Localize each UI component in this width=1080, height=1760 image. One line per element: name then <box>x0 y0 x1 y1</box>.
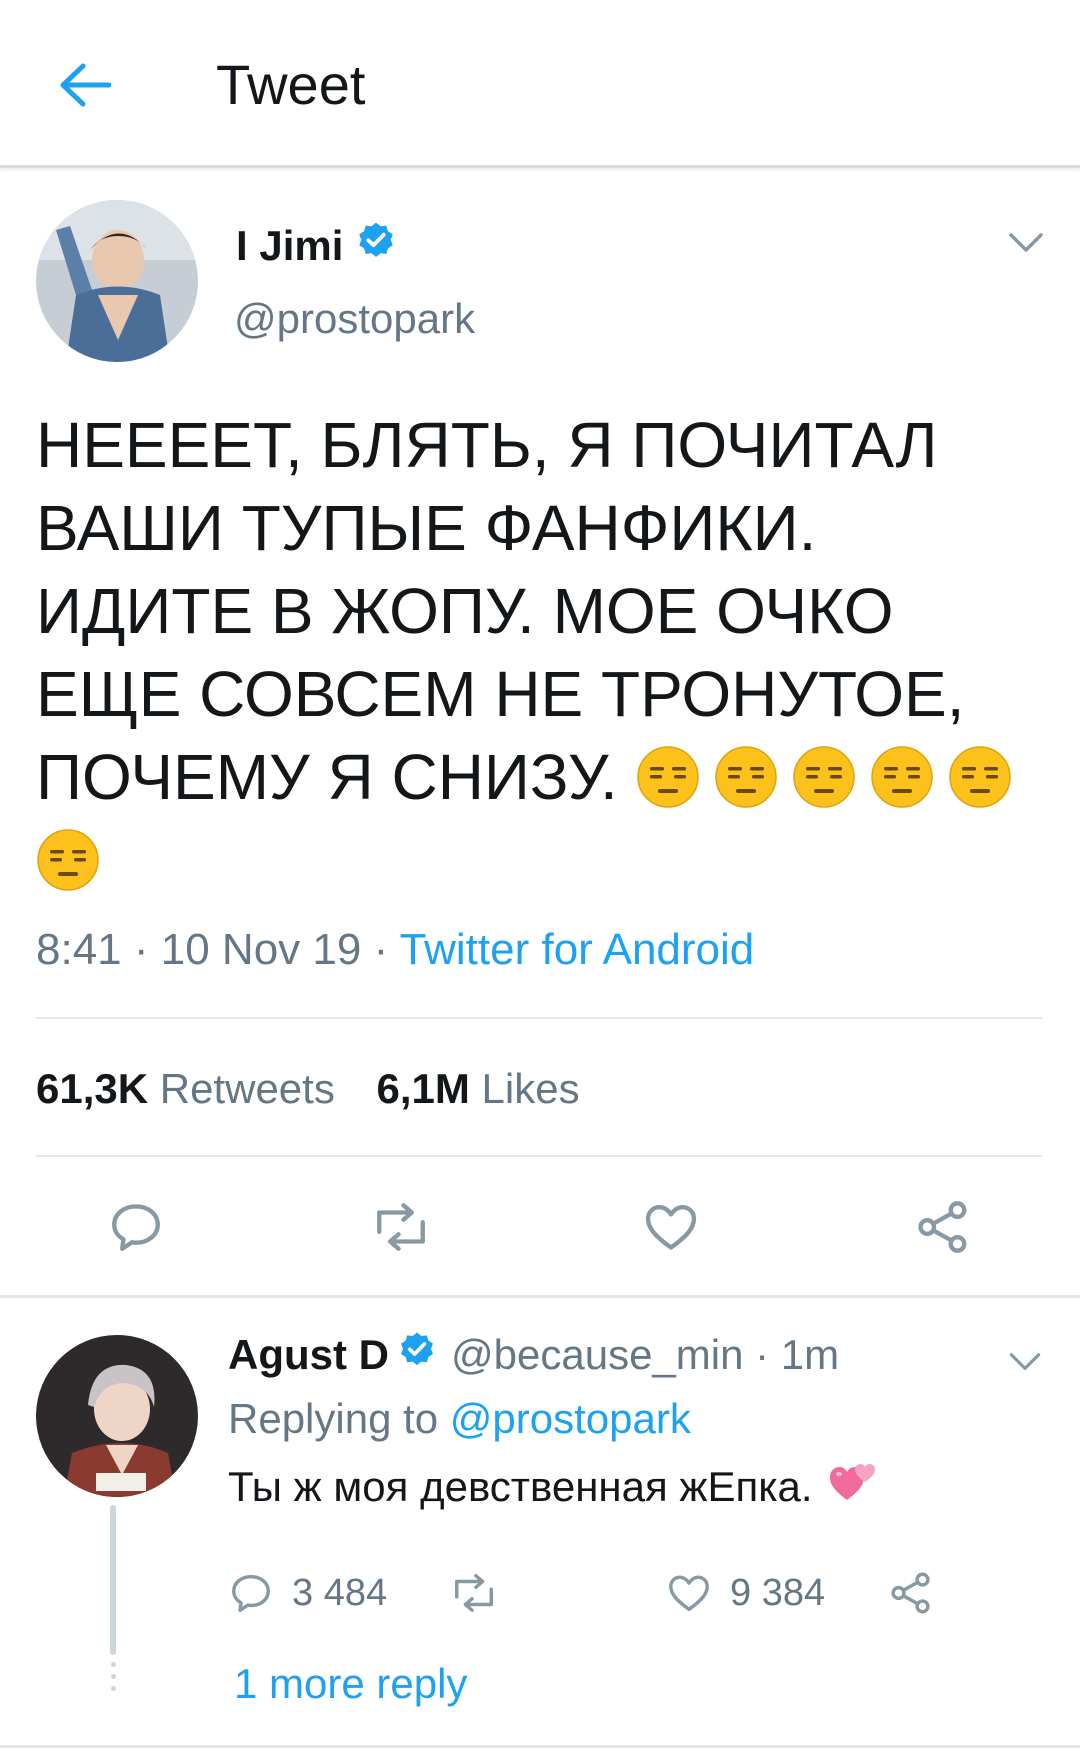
retweet-icon <box>377 1203 425 1251</box>
section-separator <box>0 1295 1080 1298</box>
retweets-label: Retweets <box>159 1065 335 1112</box>
reply-menu-button[interactable] <box>1008 1352 1042 1377</box>
meta-separator: · <box>743 1331 781 1378</box>
divider <box>36 1017 1042 1019</box>
more-replies-link[interactable]: 1 more reply <box>234 1660 467 1708</box>
top-app-bar: Tweet <box>0 0 1080 168</box>
retweets-stat[interactable]: 61,3K Retweets <box>36 1065 335 1112</box>
tweet-date: 10 Nov 19 <box>160 925 362 974</box>
reply-retweet-button[interactable] <box>448 1570 500 1616</box>
chevron-down-icon <box>1009 233 1043 252</box>
thread-connector <box>110 1505 116 1655</box>
meta-separator: · <box>373 925 400 974</box>
verified-badge-icon <box>397 1330 437 1380</box>
heart-icon <box>669 1575 709 1612</box>
section-separator <box>0 1745 1080 1748</box>
author-name: I Jimi <box>236 222 344 269</box>
expressionless-face-icon <box>636 745 700 809</box>
two-hearts-icon <box>829 1460 877 1514</box>
divider <box>36 1155 1042 1157</box>
tweet-source-link[interactable]: Twitter for Android <box>400 925 755 974</box>
likes-stat[interactable]: 6,1M Likes <box>377 1065 580 1112</box>
chevron-down-icon <box>1009 1353 1041 1370</box>
reply-reply-count: 3 484 <box>292 1571 388 1614</box>
expressionless-face-icon <box>36 828 100 892</box>
reply-icon <box>232 1574 270 1612</box>
tweet-menu-button[interactable] <box>1008 232 1044 259</box>
reply-time: 1m <box>780 1331 840 1378</box>
likes-label: Likes <box>481 1065 580 1112</box>
share-icon <box>918 1201 967 1253</box>
author-name-row[interactable]: I Jimi <box>236 220 397 272</box>
retweets-count: 61,3K <box>36 1065 149 1112</box>
reply-reply-button[interactable]: 3 484 <box>228 1570 387 1616</box>
reply-author-name[interactable]: Agust D <box>228 1331 389 1379</box>
tweet-stats: 61,3K Retweets 6,1M Likes <box>36 1065 580 1113</box>
replying-mention-link[interactable]: @prostopark <box>450 1395 691 1442</box>
likes-count: 6,1M <box>376 1065 470 1112</box>
reply-like-button[interactable]: 9 384 <box>666 1570 825 1616</box>
replying-label: Replying to <box>228 1395 439 1442</box>
meta-separator: · <box>133 925 161 974</box>
reply-button[interactable] <box>101 1192 171 1262</box>
reply-author-handle[interactable]: @because_min <box>451 1331 743 1379</box>
reply-body: Ты ж моя девственная жЕпка. <box>228 1463 813 1510</box>
tweet-time: 8:41 <box>36 925 122 974</box>
expressionless-face-icon <box>714 745 778 809</box>
expressionless-face-icon <box>870 745 934 809</box>
retweet-button[interactable] <box>366 1192 436 1262</box>
replying-to: Replying to @prostopark <box>228 1395 691 1443</box>
verified-badge-icon <box>355 220 397 272</box>
reply-text: Ты ж моя девственная жЕпка. <box>228 1460 877 1514</box>
back-button[interactable] <box>50 50 120 120</box>
reply-author-avatar[interactable] <box>36 1335 198 1497</box>
reply-like-count: 9 384 <box>730 1571 826 1614</box>
reply-share-button[interactable] <box>888 1570 934 1616</box>
share-button[interactable] <box>908 1192 978 1262</box>
arrow-left-icon <box>60 63 111 107</box>
reply-icon <box>112 1204 160 1251</box>
expressionless-face-icon <box>948 745 1012 809</box>
author-avatar[interactable] <box>36 200 198 362</box>
like-button[interactable] <box>636 1192 706 1262</box>
tweet-meta: 8:41 · 10 Nov 19 · Twitter for Android <box>36 925 754 975</box>
retweet-icon <box>455 1574 493 1612</box>
reply-header: Agust D @because_min · 1m <box>228 1330 839 1380</box>
author-handle[interactable]: @prostopark <box>234 295 475 343</box>
expressionless-face-icon <box>792 745 856 809</box>
page-title: Tweet <box>216 53 366 116</box>
heart-icon <box>645 1205 697 1250</box>
tweet-text: НЕЕЕЕТ, БЛЯТЬ, Я ПОЧИТАЛ ВАШИ ТУПЫЕ ФАНФ… <box>36 404 1046 902</box>
share-icon <box>891 1572 930 1614</box>
